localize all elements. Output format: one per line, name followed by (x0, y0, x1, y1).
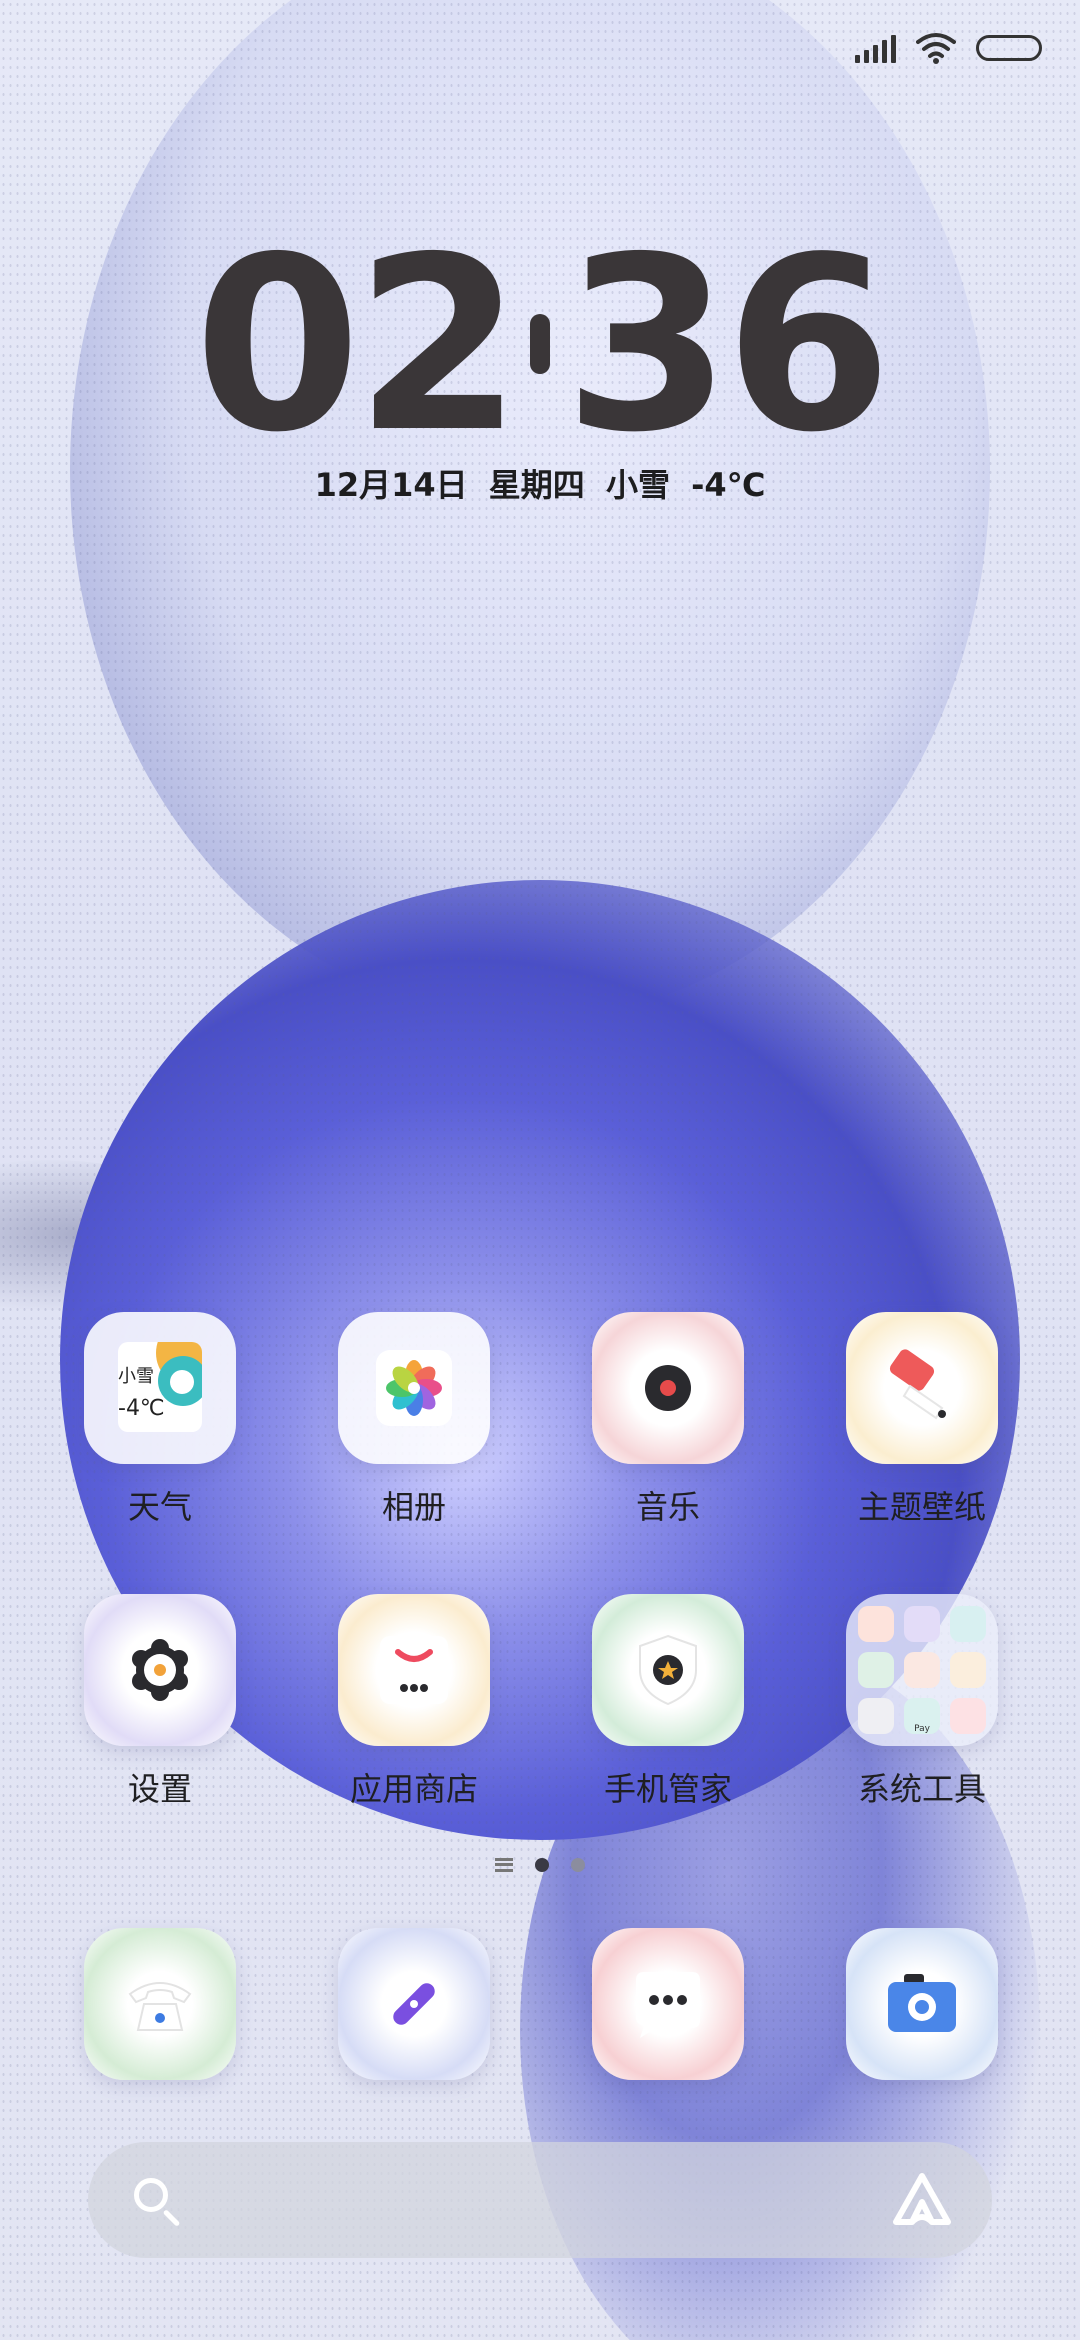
page-indicator[interactable] (0, 1858, 1080, 1872)
page-list-icon (495, 1858, 513, 1872)
page-dot (571, 1858, 585, 1872)
camera-icon (846, 1928, 998, 2080)
weather-widget-icon: 小雪 -4℃ (84, 1312, 236, 1464)
dock-phone[interactable] (60, 1928, 260, 2080)
app-security[interactable]: 手机管家 (568, 1594, 768, 1810)
page-dot-current (535, 1858, 549, 1872)
app-store-icon (338, 1594, 490, 1746)
app-store[interactable]: 应用商店 (314, 1594, 514, 1810)
battery-icon (976, 35, 1042, 61)
app-themes[interactable]: 主题壁纸 (822, 1312, 1022, 1528)
app-label: 主题壁纸 (857, 1488, 986, 1526)
widget-condition: 小雪 (118, 1366, 154, 1387)
folder-icon: Pay (846, 1594, 998, 1746)
clock-hour: 02 (194, 205, 522, 485)
browser-icon (338, 1928, 490, 2080)
clock-widget[interactable]: 02 36 (0, 225, 1080, 465)
security-icon (592, 1594, 744, 1746)
search-bar[interactable] (88, 2142, 992, 2258)
gallery-icon (338, 1312, 490, 1464)
search-icon (134, 2178, 168, 2212)
clock-separator (530, 314, 550, 375)
dock-camera[interactable] (822, 1928, 1022, 2080)
app-weather[interactable]: 小雪 -4℃ 天气 (60, 1312, 260, 1528)
dock-browser[interactable] (314, 1928, 514, 2080)
app-settings[interactable]: 设置 (60, 1594, 260, 1810)
themes-icon (846, 1312, 998, 1464)
wifi-icon (916, 33, 956, 64)
widget-temperature: -4℃ (118, 1396, 165, 1421)
folder-pay-label: Pay (904, 1698, 940, 1734)
date-weather-line: 12月14日 星期四 小雪 -4℃ (314, 466, 766, 504)
app-label: 手机管家 (603, 1770, 732, 1808)
clock-minute: 36 (564, 205, 892, 485)
app-folder-system-tools[interactable]: Pay 系统工具 (822, 1594, 1022, 1810)
status-bar (855, 26, 1042, 70)
assistant-icon[interactable] (892, 2172, 952, 2228)
app-label: 系统工具 (857, 1770, 986, 1808)
app-label: 音乐 (635, 1488, 700, 1526)
settings-icon (84, 1594, 236, 1746)
app-label: 设置 (127, 1770, 192, 1808)
app-label: 应用商店 (349, 1770, 478, 1808)
signal-icon (855, 33, 896, 63)
dock-messages[interactable] (568, 1928, 768, 2080)
app-music[interactable]: 音乐 (568, 1312, 768, 1528)
app-label: 相册 (381, 1488, 446, 1526)
phone-icon (84, 1928, 236, 2080)
music-icon (592, 1312, 744, 1464)
messages-icon (592, 1928, 744, 2080)
app-gallery[interactable]: 相册 (314, 1312, 514, 1528)
app-label: 天气 (127, 1488, 192, 1526)
